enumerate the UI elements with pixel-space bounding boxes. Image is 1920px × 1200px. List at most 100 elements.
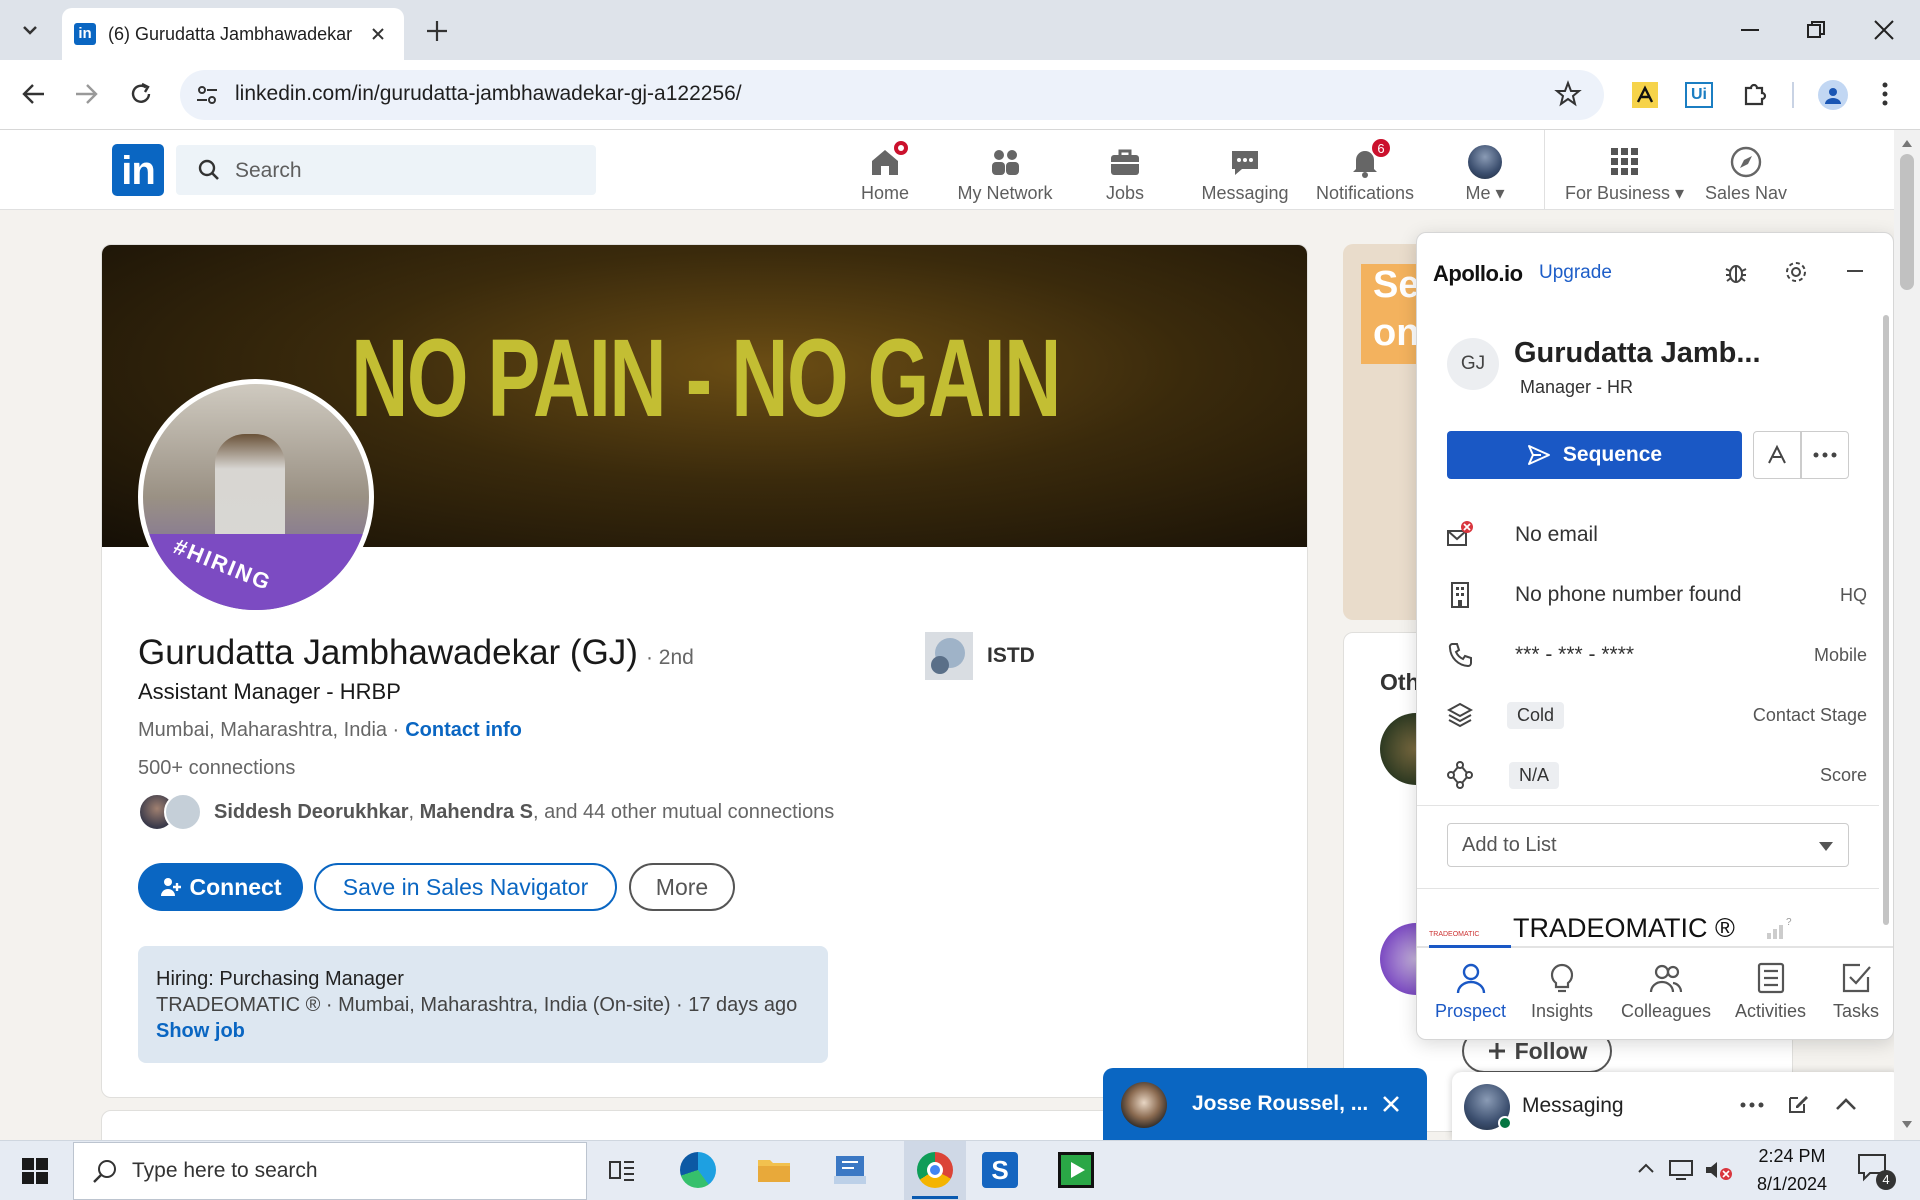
mutual-connections[interactable]: Siddesh Deorukhkar, Mahendra S, and 44 o… xyxy=(138,793,834,831)
apollo-contact-name[interactable]: Gurudatta Jamb... xyxy=(1514,337,1761,370)
network-icon[interactable] xyxy=(1668,1158,1696,1182)
close-chat-icon[interactable] xyxy=(1381,1094,1401,1114)
profile-avatar[interactable]: #HIRING xyxy=(138,379,374,615)
tab-activities[interactable]: Activities xyxy=(1735,961,1806,1022)
windows-start-icon[interactable] xyxy=(22,1158,48,1184)
bug-report-icon[interactable] xyxy=(1723,259,1749,285)
clock-date[interactable]: 8/1/2024 xyxy=(1748,1174,1836,1195)
stage-pill[interactable]: Cold xyxy=(1507,701,1565,729)
messaging-popup[interactable]: Messaging xyxy=(1452,1072,1902,1140)
chrome-icon[interactable] xyxy=(917,1152,953,1188)
other-heading: Oth xyxy=(1380,669,1420,695)
nav-notifications[interactable]: 6 Notifications xyxy=(1305,136,1425,204)
apollo-scrollbar[interactable] xyxy=(1883,315,1889,925)
chevron-up-icon[interactable] xyxy=(1834,1094,1858,1114)
contact-info-link[interactable]: Contact info xyxy=(405,719,522,742)
connect-button[interactable]: Connect xyxy=(138,863,303,911)
toolbar-divider xyxy=(1792,82,1794,108)
add-to-list-select[interactable]: Add to List xyxy=(1447,823,1849,867)
scroll-thumb[interactable] xyxy=(1900,154,1914,290)
show-job-link[interactable]: Show job xyxy=(156,1018,810,1044)
send-icon xyxy=(1527,445,1550,465)
connections-count[interactable]: 500+ connections xyxy=(138,757,295,780)
apollo-panel: Apollo.io Upgrade GJ Gurudatta Jamb... M… xyxy=(1416,232,1894,1040)
forward-icon[interactable] xyxy=(72,80,100,108)
clock-time[interactable]: 2:24 PM xyxy=(1752,1146,1832,1167)
grid-icon xyxy=(1610,148,1638,175)
snagit-icon[interactable]: S xyxy=(982,1152,1018,1188)
nav-my-network[interactable]: My Network xyxy=(945,136,1065,204)
taskbar-app-icon[interactable] xyxy=(832,1152,868,1188)
job-title: Hiring: Purchasing Manager xyxy=(156,968,404,990)
bookmark-star-icon[interactable] xyxy=(1554,80,1582,108)
close-window-icon[interactable] xyxy=(1872,18,1896,42)
close-tab-icon[interactable] xyxy=(370,26,386,42)
layers-icon xyxy=(1447,702,1473,728)
nav-for-business[interactable]: For Business ▾ xyxy=(1562,136,1687,204)
tab-list-dropdown[interactable] xyxy=(10,12,50,48)
location-row: Mumbai, Maharashtra, India · Contact inf… xyxy=(138,719,522,742)
extensions-puzzle-icon[interactable] xyxy=(1740,80,1768,108)
hiring-job-box[interactable]: Hiring: Purchasing Manager TRADEOMATIC ®… xyxy=(138,946,828,1063)
profile-icon[interactable] xyxy=(1818,80,1848,110)
file-explorer-icon[interactable] xyxy=(756,1154,792,1186)
score-label: Score xyxy=(1819,764,1867,785)
building-icon xyxy=(1451,582,1469,608)
settings-gear-icon[interactable] xyxy=(1783,259,1809,285)
site-info-icon[interactable] xyxy=(194,82,220,108)
url-text[interactable]: linkedin.com/in/gurudatta-jambhawadekar-… xyxy=(235,82,742,106)
nav-home[interactable]: Home xyxy=(825,136,945,204)
media-app-icon[interactable] xyxy=(1058,1152,1094,1188)
company-name[interactable]: TRADEOMATIC ® xyxy=(1513,913,1735,944)
nav-jobs[interactable]: Jobs xyxy=(1065,136,1185,204)
profile-headline: Assistant Manager - HRBP xyxy=(138,679,401,704)
save-sales-nav-button[interactable]: Save in Sales Navigator xyxy=(314,863,617,911)
uipath-extension-icon[interactable]: Ui xyxy=(1685,82,1713,108)
apollo-extension-icon[interactable] xyxy=(1632,82,1658,108)
mobile-value[interactable]: *** - *** - **** xyxy=(1515,643,1634,667)
chevron-down-icon xyxy=(23,26,37,35)
restore-icon[interactable] xyxy=(1804,18,1828,42)
nav-messaging[interactable]: Messaging xyxy=(1185,136,1305,204)
checkbox-icon xyxy=(1842,963,1871,993)
nav-me[interactable]: Me ▾ xyxy=(1425,136,1545,204)
back-icon[interactable] xyxy=(20,80,48,108)
apollo-action-button[interactable] xyxy=(1753,431,1801,479)
scroll-up-icon[interactable] xyxy=(1901,138,1913,148)
tab-tasks[interactable]: Tasks xyxy=(1833,961,1879,1022)
more-options-button[interactable] xyxy=(1801,431,1849,479)
taskbar-search-box[interactable]: Type here to search xyxy=(73,1142,587,1200)
section-divider xyxy=(1417,805,1879,806)
linkedin-logo[interactable]: in xyxy=(112,144,164,196)
more-button[interactable]: More xyxy=(629,863,735,911)
reload-icon[interactable] xyxy=(127,80,155,108)
tab-insights[interactable]: Insights xyxy=(1531,961,1593,1022)
tab-prospect[interactable]: Prospect xyxy=(1435,961,1506,1022)
tray-chevron-up-icon[interactable] xyxy=(1636,1160,1656,1176)
scroll-down-icon[interactable] xyxy=(1901,1120,1913,1130)
ellipsis-icon[interactable] xyxy=(1740,1102,1764,1108)
task-view-icon[interactable] xyxy=(608,1156,636,1184)
new-tab-icon[interactable] xyxy=(424,18,450,44)
istd-logo xyxy=(925,632,973,680)
browser-tab[interactable]: in (6) Gurudatta Jambhawadekar ( xyxy=(62,8,404,60)
minimize-icon[interactable] xyxy=(1738,18,1762,42)
linkedin-search-input[interactable]: Search xyxy=(176,145,596,195)
minimize-panel-icon[interactable] xyxy=(1843,259,1867,283)
nav-home-label: Home xyxy=(860,183,909,203)
chrome-menu-icon[interactable] xyxy=(1880,80,1890,108)
nav-sales-nav[interactable]: Sales Nav xyxy=(1686,136,1806,204)
me-avatar xyxy=(1468,145,1502,179)
sequence-button[interactable]: Sequence xyxy=(1447,431,1742,479)
volume-muted-icon[interactable] xyxy=(1704,1158,1734,1182)
apollo-upgrade-link[interactable]: Upgrade xyxy=(1539,262,1612,284)
page-scrollbar[interactable] xyxy=(1894,130,1920,1140)
stage-row: Cold Contact Stage xyxy=(1447,695,1867,735)
action-center-button[interactable]: 4 xyxy=(1856,1152,1896,1192)
edge-browser-icon[interactable] xyxy=(680,1152,716,1188)
compose-icon[interactable] xyxy=(1786,1092,1810,1116)
chat-popup[interactable]: Josse Roussel, ... xyxy=(1103,1068,1427,1140)
org-row[interactable]: ISTD xyxy=(925,632,1035,680)
tab-colleagues[interactable]: Colleagues xyxy=(1621,961,1711,1022)
mobile-tag: Mobile xyxy=(1813,644,1867,665)
